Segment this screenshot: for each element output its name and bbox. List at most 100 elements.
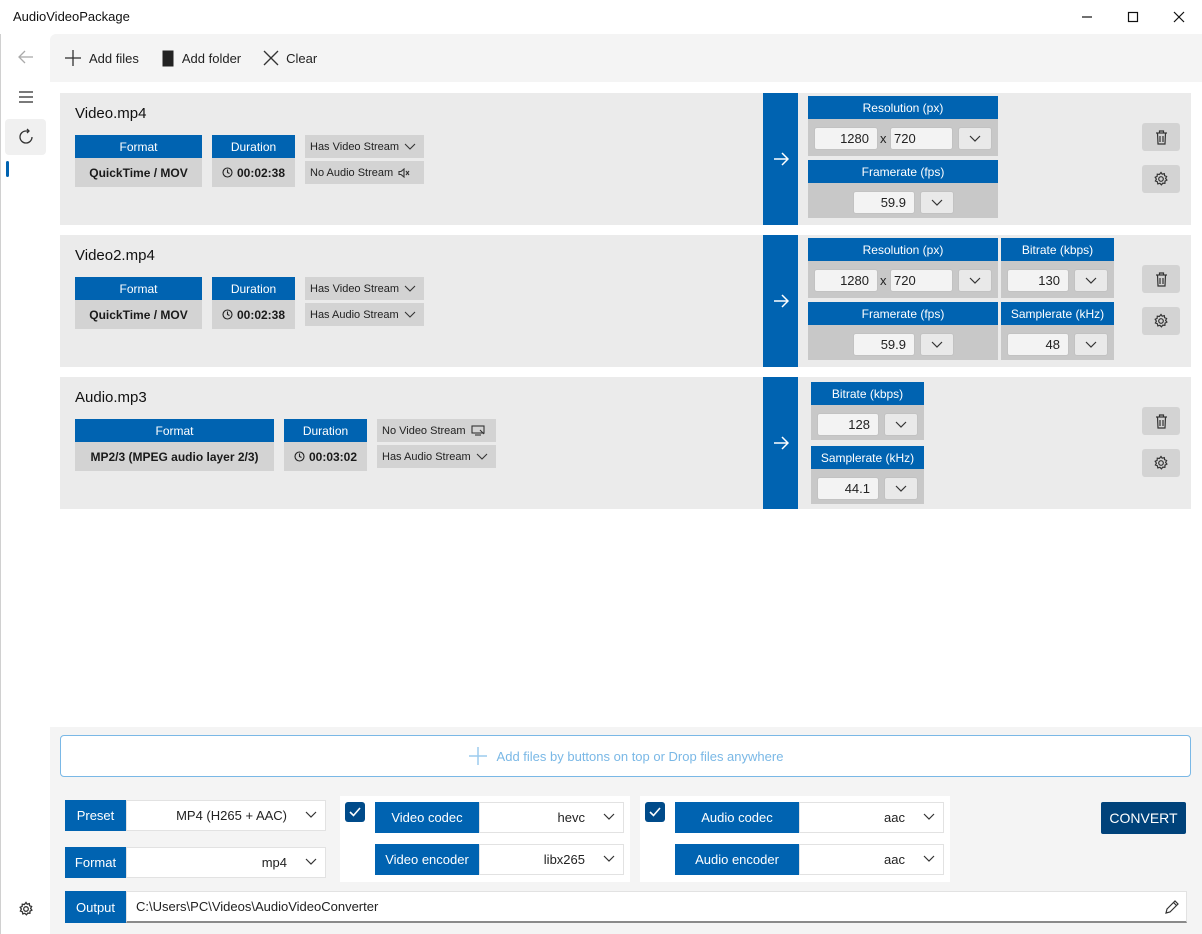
- drop-zone-text: Add files by buttons on top or Drop file…: [496, 748, 784, 764]
- add-folder-label: Add folder: [181, 50, 242, 66]
- file-card: Video.mp4 Format QuickTime / MOV Duratio…: [60, 93, 1191, 225]
- convert-button[interactable]: CONVERT: [1101, 802, 1186, 834]
- video-encoder-dropdown[interactable]: libx265: [479, 844, 624, 875]
- format-value: QuickTime / MOV: [89, 165, 188, 180]
- width-input[interactable]: 1280: [814, 269, 878, 292]
- convert-arrow: [763, 235, 798, 367]
- height-input[interactable]: 720: [890, 127, 953, 150]
- samplerate-dropdown[interactable]: [1074, 333, 1108, 356]
- width-input[interactable]: 1280: [814, 127, 878, 150]
- trash-icon: [1155, 129, 1167, 145]
- resolution-dropdown[interactable]: [958, 127, 992, 150]
- maximize-icon: [1127, 11, 1139, 23]
- gear-icon: [1154, 313, 1168, 328]
- bitrate-dropdown[interactable]: [884, 413, 918, 436]
- samplerate-input[interactable]: 48: [1007, 333, 1069, 356]
- file-name: Video.mp4: [75, 105, 147, 122]
- clock-icon: [222, 167, 233, 178]
- bitrate-input[interactable]: 128: [817, 413, 879, 436]
- framerate-group: Framerate (fps) 59.9: [808, 160, 998, 218]
- audio-stream-dropdown[interactable]: Has Audio Stream: [377, 445, 496, 468]
- hamburger-menu-button[interactable]: [5, 79, 46, 115]
- audio-encoder-dropdown[interactable]: aac: [799, 844, 944, 875]
- format-dropdown[interactable]: mp4: [126, 847, 326, 878]
- chevron-down-icon: [603, 813, 615, 820]
- framerate-input[interactable]: 59.9: [853, 191, 915, 214]
- pencil-icon: [1165, 900, 1179, 914]
- back-button[interactable]: [5, 39, 46, 75]
- delete-button[interactable]: [1142, 123, 1180, 151]
- bitrate-input[interactable]: 130: [1007, 269, 1069, 292]
- video-encoder-label: Video encoder: [375, 844, 479, 875]
- output-path-field[interactable]: C:\Users\PC\Videos\AudioVideoConverter: [126, 891, 1187, 923]
- add-folder-button[interactable]: Add folder: [161, 50, 241, 67]
- samplerate-group: Samplerate (kHz) 48: [1001, 302, 1114, 360]
- video-codec-label: Video codec: [375, 802, 479, 833]
- drop-zone[interactable]: Add files by buttons on top or Drop file…: [60, 735, 1191, 777]
- refresh-icon: [18, 128, 33, 144]
- video-stream-dropdown[interactable]: Has Video Stream: [305, 135, 424, 158]
- preset-dropdown[interactable]: MP4 (H265 + AAC): [126, 800, 326, 831]
- file-settings-button[interactable]: [1142, 165, 1180, 193]
- resolution-header: Resolution (px): [808, 238, 998, 261]
- format-label: Format: [65, 847, 126, 878]
- framerate-input[interactable]: 59.9: [853, 333, 915, 356]
- output-path-value: C:\Users\PC\Videos\AudioVideoConverter: [136, 899, 379, 914]
- duration-row: 00:02:38: [212, 300, 295, 329]
- delete-button[interactable]: [1142, 407, 1180, 435]
- bitrate-header: Bitrate (kbps): [1001, 238, 1114, 261]
- video-enabled-checkbox[interactable]: [345, 802, 365, 822]
- framerate-dropdown[interactable]: [920, 333, 954, 356]
- video-stream-dropdown[interactable]: Has Video Stream: [305, 277, 424, 300]
- chevron-down-icon: [603, 855, 615, 862]
- close-button[interactable]: [1156, 0, 1202, 34]
- delete-button[interactable]: [1142, 265, 1180, 293]
- folder-icon: [162, 50, 174, 66]
- window-title: AudioVideoPackage: [13, 9, 130, 24]
- height-input[interactable]: 720: [890, 269, 953, 292]
- chevron-down-icon: [1085, 277, 1097, 284]
- resolution-dropdown[interactable]: [958, 269, 992, 292]
- output-label: Output: [65, 891, 126, 923]
- format-header: Format: [75, 277, 202, 300]
- duration-header: Duration: [212, 135, 295, 158]
- x-separator: x: [880, 131, 887, 146]
- file-card: Video2.mp4 Format QuickTime / MOV Durati…: [60, 235, 1191, 367]
- file-settings-button[interactable]: [1142, 449, 1180, 477]
- framerate-group: Framerate (fps) 59.9: [808, 302, 998, 360]
- chevron-down-icon: [404, 143, 416, 150]
- file-settings-button[interactable]: [1142, 307, 1180, 335]
- nav-item-convert[interactable]: [5, 119, 46, 155]
- format-info: Format QuickTime / MOV: [75, 277, 202, 329]
- add-files-button[interactable]: Add files: [64, 49, 139, 67]
- title-bar: AudioVideoPackage: [0, 0, 1202, 34]
- maximize-button[interactable]: [1110, 0, 1156, 34]
- samplerate-header: Samplerate (kHz): [811, 446, 924, 469]
- duration-value: 00:03:02: [308, 449, 358, 464]
- video-encoder-value: libx265: [543, 852, 585, 867]
- framerate-dropdown[interactable]: [920, 191, 954, 214]
- duration-row: 00:03:02: [284, 442, 367, 471]
- bitrate-dropdown[interactable]: [1074, 269, 1108, 292]
- plus-icon: [65, 50, 81, 66]
- no-video-icon: [471, 425, 485, 436]
- bitrate-header: Bitrate (kbps): [811, 382, 924, 405]
- samplerate-input[interactable]: 44.1: [817, 477, 879, 500]
- samplerate-dropdown[interactable]: [884, 477, 918, 500]
- trash-icon: [1155, 271, 1167, 287]
- back-arrow-icon: [17, 50, 33, 64]
- video-codec-value: hevc: [557, 810, 585, 825]
- audio-codec-dropdown[interactable]: aac: [799, 802, 944, 833]
- clock-icon: [222, 309, 233, 320]
- preset-value: MP4 (H265 + AAC): [176, 808, 287, 823]
- file-card: Audio.mp3 Format MP2/3 (MPEG audio layer…: [60, 377, 1191, 509]
- settings-nav-button[interactable]: [5, 891, 46, 927]
- minimize-button[interactable]: [1064, 0, 1110, 34]
- clear-button[interactable]: Clear: [263, 50, 317, 66]
- audio-enabled-checkbox[interactable]: [645, 802, 665, 822]
- video-codec-dropdown[interactable]: hevc: [479, 802, 624, 833]
- main-area: Add files Add folder Clear Video.mp4 For…: [50, 34, 1202, 934]
- duration-info: Duration 00:02:38: [212, 135, 295, 187]
- duration-value: 00:02:38: [236, 307, 286, 322]
- audio-stream-dropdown[interactable]: Has Audio Stream: [305, 303, 424, 326]
